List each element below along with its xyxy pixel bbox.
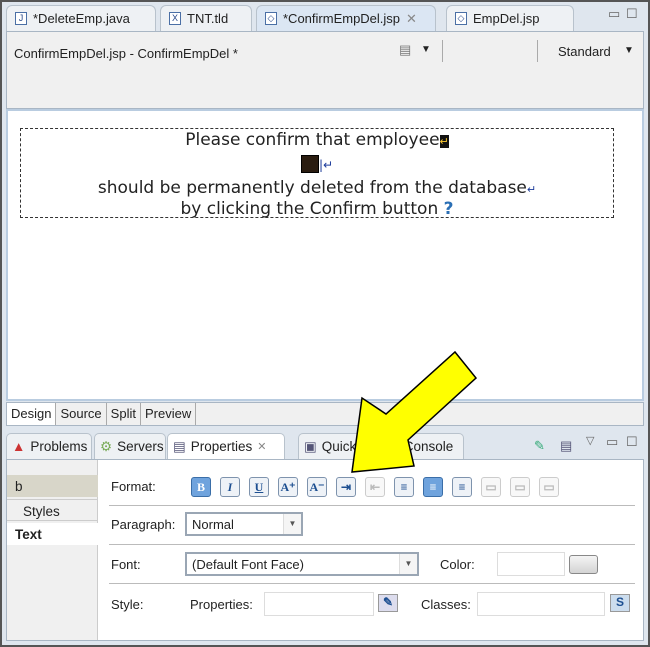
arrow-shape	[351, 350, 478, 473]
annotation-arrow	[351, 350, 478, 473]
